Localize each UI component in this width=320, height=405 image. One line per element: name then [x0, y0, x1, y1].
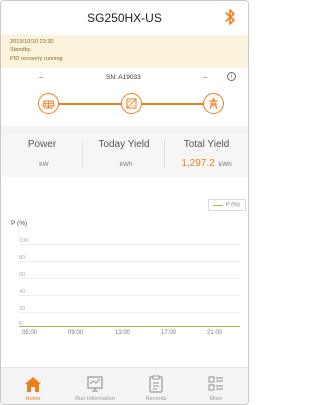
grid-value: --: [203, 74, 208, 81]
chart-legend[interactable]: P (%): [208, 199, 246, 211]
total-yield-value: 1,297.2 kWh: [181, 158, 232, 169]
tab-more[interactable]: More: [186, 368, 246, 404]
serial-number: SN: A19033: [106, 74, 141, 81]
tab-home[interactable]: Home: [3, 368, 63, 404]
grid-line: [19, 295, 240, 296]
pv-value: --: [39, 74, 44, 81]
tab-label: More: [209, 396, 223, 402]
inverter-icon: [121, 93, 142, 114]
flow-line-left: [57, 103, 125, 105]
grid-tower-icon: [203, 93, 224, 114]
grid-menu-icon: [208, 376, 223, 391]
solar-panel-icon: [38, 93, 59, 114]
tab-records[interactable]: Records: [126, 368, 186, 404]
today-yield-stat: Today Yield kWh: [83, 133, 165, 177]
x-tick: 09:00: [68, 330, 84, 336]
status-datetime: 2019/10/10 23:30: [10, 39, 54, 45]
grid-line: [19, 244, 240, 245]
section-gap: [1, 126, 248, 133]
power-stat: Power kW: [1, 133, 83, 177]
stats-row: Power kW Today Yield kWh Total Yield 1,2…: [1, 133, 248, 177]
status-message: PID recovery running: [10, 55, 63, 62]
power-label: Power: [27, 139, 57, 150]
device-title: SG250HX-US: [87, 11, 162, 25]
tab-label: Run Information: [75, 396, 115, 402]
grid-line: [19, 278, 240, 279]
series-line-p: [19, 326, 240, 328]
y-axis-title: P (%): [11, 220, 28, 227]
today-yield-label: Today Yield: [98, 139, 150, 150]
flow-line-right: [139, 103, 205, 105]
power-value: kW: [39, 161, 49, 168]
total-yield-stat: Total Yield 1,297.2 kWh: [165, 133, 248, 177]
status-state: Standby: [10, 47, 31, 54]
total-yield-label: Total Yield: [183, 139, 230, 150]
legend-label: P (%): [226, 202, 240, 208]
home-icon: [25, 377, 41, 392]
x-tick: 21:00: [207, 330, 223, 336]
clipboard-icon: [149, 375, 163, 393]
bottom-tab-bar: Home Run Information Records More: [1, 367, 248, 404]
x-tick: 05:00: [22, 330, 38, 336]
info-icon[interactable]: i: [227, 72, 236, 81]
grid-line: [19, 261, 240, 262]
today-yield-value: kWh: [119, 161, 133, 168]
tab-run-information[interactable]: Run Information: [65, 368, 125, 404]
tab-label: Home: [25, 396, 41, 402]
x-tick: 13:00: [115, 330, 131, 336]
monitor-icon: [87, 376, 103, 392]
status-banner: 2019/10/10 23:30 Standby PID recovery ru…: [1, 35, 248, 68]
grid-line: [19, 312, 240, 313]
x-tick: 17:00: [161, 330, 177, 336]
header: SG250HX-US: [1, 1, 248, 35]
bluetooth-icon[interactable]: [224, 8, 236, 26]
tab-label: Records: [145, 396, 167, 402]
power-flow: -- SN: A19033 -- i: [1, 68, 248, 126]
app-frame: SG250HX-US 2019/10/10 23:30 Standby PID …: [0, 0, 249, 405]
